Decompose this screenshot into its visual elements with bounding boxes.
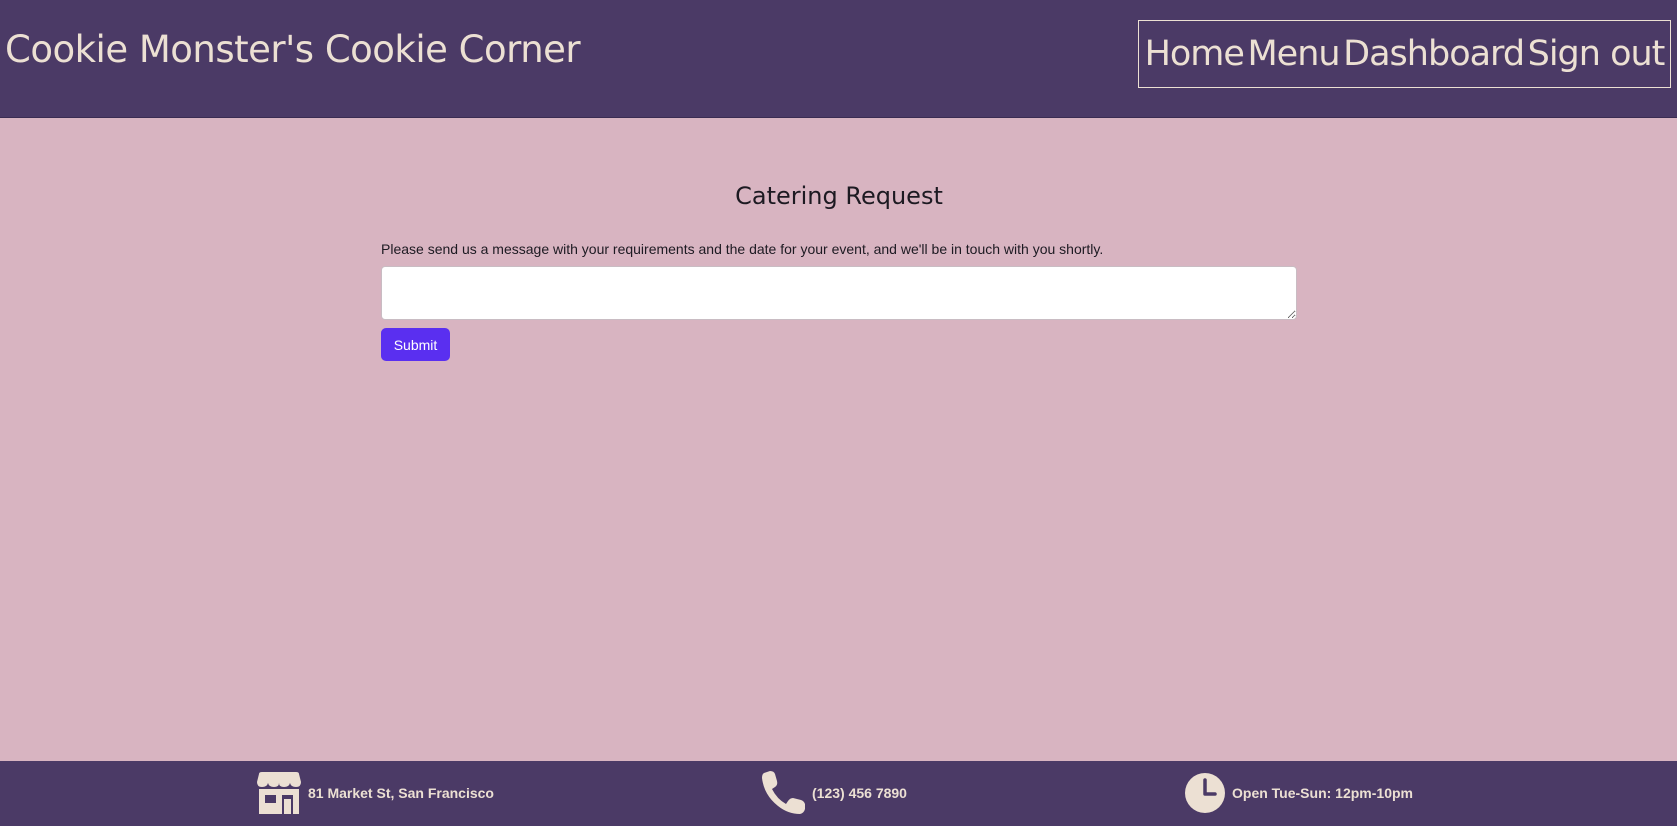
nav-menu-link[interactable]: Menu	[1247, 34, 1340, 74]
page-title: Catering Request	[735, 182, 943, 210]
clock-icon	[1184, 772, 1226, 814]
site-footer: 81 Market St, San Francisco (123) 456 78…	[0, 761, 1677, 826]
message-textarea[interactable]	[381, 266, 1297, 320]
footer-hours-text: Open Tue-Sun: 12pm-10pm	[1232, 785, 1413, 801]
main-nav: Home Menu Dashboard Sign out	[1138, 20, 1671, 88]
nav-dashboard-link[interactable]: Dashboard	[1343, 34, 1525, 74]
submit-button[interactable]: Submit	[381, 328, 450, 361]
instructions-text: Please send us a message with your requi…	[381, 241, 1104, 257]
footer-address: 81 Market St, San Francisco	[256, 771, 494, 815]
footer-address-text: 81 Market St, San Francisco	[308, 785, 494, 801]
footer-phone-text: (123) 456 7890	[812, 785, 907, 801]
nav-sign-out-link[interactable]: Sign out	[1528, 34, 1666, 74]
store-icon	[256, 772, 302, 814]
site-title[interactable]: Cookie Monster's Cookie Corner	[5, 28, 581, 71]
footer-phone: (123) 456 7890	[760, 771, 907, 815]
phone-icon	[760, 771, 806, 815]
footer-hours: Open Tue-Sun: 12pm-10pm	[1184, 771, 1413, 815]
site-header: Cookie Monster's Cookie Corner Home Menu…	[0, 0, 1677, 118]
nav-home-link[interactable]: Home	[1145, 34, 1245, 74]
